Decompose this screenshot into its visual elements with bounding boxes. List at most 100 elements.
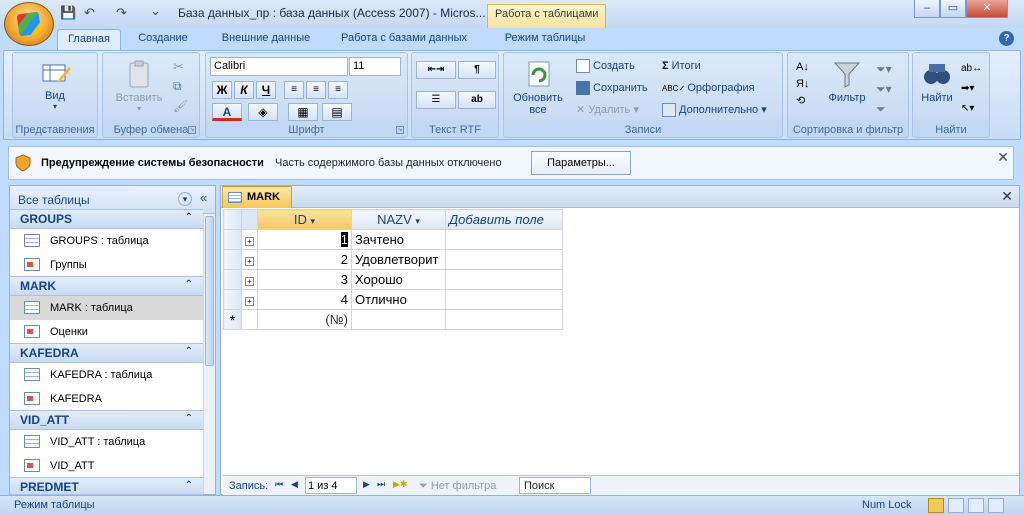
view-button[interactable]: Вид ▾ — [33, 59, 77, 111]
column-header-nazv[interactable]: NAZV ▾ — [351, 209, 446, 230]
nav-item-mark-form[interactable]: Оценки — [10, 320, 203, 344]
nav-section-mark[interactable]: MARK ⌃ — [10, 276, 203, 296]
expand-icon[interactable]: + — [245, 277, 254, 286]
find-button[interactable]: Найти — [917, 59, 957, 104]
cell-id[interactable]: 2 — [257, 249, 352, 270]
close-icon[interactable]: ✕ — [1001, 188, 1013, 205]
new-record-nav-icon[interactable]: ▶✱ — [393, 479, 407, 490]
font-name-select[interactable]: Calibri — [210, 57, 348, 76]
office-button[interactable] — [4, 2, 54, 46]
cell-add-field-new[interactable] — [445, 309, 563, 330]
cell-add-field[interactable] — [445, 249, 563, 270]
expand-icon[interactable]: + — [245, 237, 254, 246]
no-filter-button[interactable]: ⏷ Нет фильтра — [419, 480, 496, 493]
totals-button[interactable]: Σ Итоги — [662, 57, 701, 75]
bold-button[interactable]: Ж — [212, 81, 232, 99]
tab-home[interactable]: Главная — [57, 29, 121, 50]
options-button[interactable]: Параметры... — [531, 151, 631, 175]
cell-id[interactable]: 4 — [257, 289, 352, 310]
font-launcher-icon[interactable]: ↘ — [396, 126, 404, 134]
cut-icon[interactable]: ✂ — [173, 59, 184, 75]
font-color-button[interactable]: A — [212, 103, 242, 121]
pivot-chart-view-icon[interactable] — [968, 498, 984, 513]
create-record-button[interactable]: Создать — [576, 57, 635, 75]
align-right-icon[interactable]: ≡ — [328, 81, 348, 99]
underline-button[interactable]: Ч — [256, 81, 276, 99]
record-position-input[interactable]: 1 из 4 — [305, 477, 357, 494]
gridlines-icon[interactable]: ▦ — [288, 103, 318, 121]
nav-item-vid-att-form[interactable]: VID_ATT — [10, 454, 203, 478]
column-header-id[interactable]: ID ▾ — [257, 209, 352, 230]
chevron-down-icon[interactable]: ▾ — [178, 192, 192, 206]
prev-record-icon[interactable]: ◀ — [291, 479, 298, 490]
cell-nazv[interactable]: Зачтено — [351, 229, 446, 250]
cell-id[interactable]: 1 — [257, 229, 352, 250]
minimize-button[interactable]: – — [914, 0, 940, 18]
fill-color-icon[interactable]: ◈ — [248, 103, 278, 121]
nav-section-groups[interactable]: GROUPS ⌃ — [10, 209, 203, 229]
column-header-add-field[interactable]: Добавить поле — [445, 209, 563, 230]
nav-item-kafedra-table[interactable]: KAFEDRA : таблица — [10, 363, 203, 387]
maximize-button[interactable]: ▭ — [940, 0, 966, 18]
nav-scrollbar[interactable] — [203, 214, 215, 494]
help-icon[interactable]: ? — [999, 31, 1014, 46]
scroll-thumb[interactable] — [205, 216, 214, 366]
refresh-all-button[interactable]: Обновить все — [507, 59, 569, 116]
cell-id-new[interactable]: (№) — [257, 309, 352, 330]
last-record-icon[interactable]: ⏭ — [377, 479, 385, 490]
paste-button[interactable]: Вставить ▾ — [111, 59, 167, 113]
nav-item-groups-table[interactable]: GROUPS : таблица — [10, 229, 203, 253]
cell-nazv[interactable]: Хорошо — [351, 269, 446, 290]
search-input[interactable]: Поиск — [519, 477, 591, 494]
cell-nazv[interactable]: Удовлетворит — [351, 249, 446, 270]
nav-item-groups-form[interactable]: Группы — [10, 253, 203, 277]
expand-icon[interactable]: + — [245, 297, 254, 306]
nav-item-mark-table[interactable]: MARK : таблица — [10, 296, 203, 320]
replace-goto-icons[interactable]: ab↔ ➡▾ ↖▾ — [961, 59, 982, 119]
cell-add-field[interactable] — [445, 269, 563, 290]
expand-icon[interactable]: + — [245, 257, 254, 266]
qat-save-icon[interactable]: 💾 — [60, 5, 76, 23]
nav-section-vid-att[interactable]: VID_ATT ⌃ — [10, 410, 203, 430]
nav-item-kafedra-form[interactable]: KAFEDRA — [10, 387, 203, 411]
new-record-marker[interactable]: * — [223, 309, 242, 330]
cell-id[interactable]: 3 — [257, 269, 352, 290]
filter-button[interactable]: Фильтр — [822, 59, 872, 104]
more-button[interactable]: Дополнительно ▾ — [662, 101, 767, 119]
align-left-icon[interactable]: ≡ — [284, 81, 304, 99]
tab-datasheet[interactable]: Режим таблицы — [490, 29, 600, 50]
copy-icon[interactable]: ⧉ — [173, 79, 182, 94]
cell-nazv[interactable]: Отлично — [351, 289, 446, 310]
select-all-cell[interactable] — [223, 209, 242, 230]
align-center-icon[interactable]: ≡ — [306, 81, 326, 99]
datasheet-view-icon[interactable] — [928, 498, 944, 513]
alternate-fill-icon[interactable]: ▤ — [322, 103, 352, 121]
nav-section-predmet[interactable]: PREDMET ⌃ — [10, 477, 203, 495]
dropdown-icon[interactable]: ▾ — [311, 216, 316, 226]
nav-section-kafedra[interactable]: KAFEDRA ⌃ — [10, 343, 203, 363]
close-button[interactable]: ✕ — [966, 0, 1008, 18]
tab-mark[interactable]: MARK — [222, 186, 292, 208]
qat-undo-icon[interactable]: ↶ — [84, 5, 95, 23]
collapse-pane-icon[interactable]: « — [200, 190, 207, 205]
tab-database-tools[interactable]: Работа с базами данных — [330, 29, 478, 50]
cell-add-field[interactable] — [445, 289, 563, 310]
qat-customize-icon[interactable]: ⌄ — [150, 3, 161, 21]
tab-create[interactable]: Создание — [128, 29, 198, 50]
save-record-button[interactable]: Сохранить — [576, 79, 648, 97]
format-painter-icon[interactable]: 🖌 — [173, 99, 188, 113]
font-size-select[interactable]: 11 — [349, 57, 401, 76]
first-record-icon[interactable]: ⏮ — [275, 479, 283, 490]
nav-item-vid-att-table[interactable]: VID_ATT : таблица — [10, 430, 203, 454]
spelling-button[interactable]: ABC✓ Орфография — [662, 79, 755, 97]
clipboard-launcher-icon[interactable]: ↘ — [188, 126, 196, 134]
design-view-icon[interactable] — [988, 498, 1004, 513]
italic-button[interactable]: К — [234, 81, 254, 99]
next-record-icon[interactable]: ▶ — [363, 479, 370, 490]
qat-redo-icon[interactable]: ↷ — [116, 5, 127, 23]
dropdown-icon[interactable]: ▾ — [415, 216, 420, 226]
pivot-table-view-icon[interactable] — [948, 498, 964, 513]
close-icon[interactable]: ✕ — [997, 149, 1009, 166]
cell-nazv-new[interactable] — [351, 309, 446, 330]
delete-record-button[interactable]: ✕ Удалить ▾ — [576, 101, 639, 119]
